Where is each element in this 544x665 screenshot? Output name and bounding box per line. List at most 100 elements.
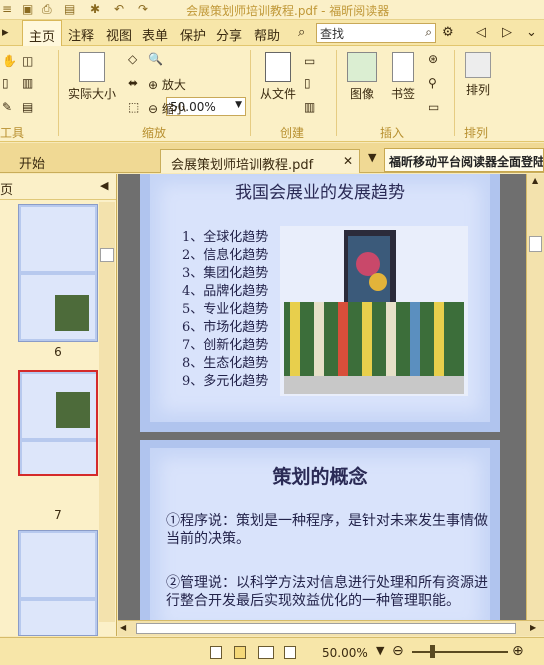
prev-icon[interactable]: ◁ [476, 25, 486, 40]
document-vertical-scrollbar[interactable]: ▲ [526, 174, 544, 620]
menu-form[interactable]: 表单 [142, 25, 168, 44]
definition-program: ①程序说：策划是一种程序，是针对未来发生事情做当前的决策。 [166, 513, 488, 547]
next-icon[interactable]: ▷ [502, 25, 512, 40]
header-footer-icon[interactable]: ▭ [428, 100, 439, 114]
image-button[interactable]: 图像 [344, 52, 380, 102]
from-file-button[interactable]: 从文件 [258, 52, 298, 102]
thumb-slide [21, 601, 95, 635]
menu-protect[interactable]: 保护 [180, 25, 206, 44]
thumbnail-page-6[interactable] [18, 204, 98, 342]
more-icon[interactable]: ⌄ [526, 25, 537, 40]
zoom-icon[interactable]: 🔍 [148, 52, 163, 66]
new-icon[interactable]: ✱ [90, 2, 100, 16]
close-icon[interactable]: ✕ [343, 154, 353, 168]
menu-home[interactable]: 主页 [22, 20, 63, 46]
group-tools: 工具 [0, 126, 25, 140]
sidebar-toggle-icon[interactable]: ▸ [2, 25, 9, 40]
open-icon[interactable]: ▤ [64, 2, 75, 16]
thumb-slide [21, 275, 95, 339]
zoom-in-icon: ⊕ [148, 78, 159, 92]
app-menu-icon[interactable]: ≡ [2, 2, 12, 16]
arrange-icon [465, 52, 491, 78]
facing-pages-icon[interactable] [258, 646, 274, 659]
blank-page-icon[interactable]: ▯ [304, 76, 311, 90]
print-icon[interactable]: ⎙ [42, 2, 52, 17]
zoom-in-button[interactable]: ⊕ 放大 [148, 76, 186, 93]
image-icon [347, 52, 377, 82]
tab-list-icon[interactable]: ▼ [368, 151, 376, 164]
single-page-icon[interactable] [210, 646, 222, 659]
hand-tool-icon[interactable]: ✋ [2, 54, 17, 68]
list-item: 6、市场化趋势 [182, 320, 269, 335]
document-horizontal-scrollbar[interactable]: ◀ ▶ [118, 620, 544, 636]
promo-banner[interactable]: 福昕移动平台阅读器全面登陆 [384, 148, 544, 172]
group-insert: 插入 [380, 126, 405, 140]
image-label: 图像 [349, 87, 374, 101]
attachment-icon[interactable]: ⚲ [428, 76, 437, 90]
status-zoom-dropdown-icon[interactable]: ▼ [376, 644, 384, 657]
thumb-slide [21, 207, 95, 271]
snapshot-icon[interactable]: ◫ [22, 54, 33, 68]
fit-visible-icon[interactable]: ⬚ [128, 100, 139, 114]
menu-annotate[interactable]: 注释 [68, 25, 94, 44]
undo-icon[interactable]: ↶ [114, 2, 124, 16]
clipboard-create-icon[interactable]: ▥ [304, 100, 315, 114]
zoom-out-label: 缩小 [161, 102, 186, 116]
list-item: 5、专业化趋势 [182, 302, 269, 317]
bookmark-button[interactable]: 书签 [388, 52, 418, 102]
page-tool-icon[interactable]: ▤ [22, 100, 33, 114]
collapse-panel-icon[interactable]: ◀ [100, 179, 108, 192]
thumb-slide [22, 374, 96, 438]
zoom-in-label: 放大 [161, 78, 186, 92]
clipboard-icon[interactable]: ▥ [22, 76, 33, 90]
tab-document[interactable]: 会展策划师培训教程.pdf ✕ [160, 149, 360, 173]
document-view[interactable]: 我国会展业的发展趋势 1、全球化趋势 2、信息化趋势 3、集团化趋势 4、品牌化… [118, 174, 526, 620]
continuous-page-icon[interactable] [234, 646, 246, 659]
continuous-facing-icon[interactable] [284, 646, 296, 659]
h-scroll-thumb[interactable] [136, 623, 516, 634]
scroll-left-icon[interactable]: ◀ [120, 623, 126, 632]
dropdown-arrow-icon[interactable]: ▼ [235, 100, 242, 110]
scroll-thumb[interactable] [529, 236, 542, 252]
menu-share[interactable]: 分享 [216, 25, 242, 44]
edit-tool-icon[interactable]: ✎ [2, 100, 12, 114]
select-tool-icon[interactable]: ▯ [2, 76, 9, 90]
redo-icon[interactable]: ↷ [138, 2, 148, 16]
thumbnail-page-7[interactable] [18, 370, 98, 476]
scroll-right-icon[interactable]: ▶ [530, 623, 536, 632]
group-create: 创建 [280, 126, 305, 140]
zoom-slider-thumb[interactable] [430, 645, 435, 658]
window-title: 会展策划师培训教程.pdf - 福昕阅读器 [186, 4, 390, 18]
create-pdf-icon [265, 52, 291, 82]
tab-start[interactable]: 开始 [12, 149, 52, 173]
actual-size-button[interactable]: 实际大小 [66, 52, 118, 102]
zoom-slider[interactable] [412, 651, 508, 653]
search-field[interactable]: ⌕ [316, 23, 436, 43]
panel-scroll-thumb[interactable] [100, 248, 114, 262]
slide-body: 策划的概念 ①程序说：策划是一种程序，是针对未来发生事情做当前的决策。 ②管理说… [150, 448, 490, 620]
scroll-up-icon[interactable]: ▲ [532, 176, 538, 185]
zoom-in-status-icon[interactable]: ⊕ [512, 643, 524, 659]
settings-gear-icon[interactable]: ⚙ [442, 25, 454, 40]
arrange-button[interactable]: 排列 [462, 52, 494, 98]
slide-planning-concept: 策划的概念 ①程序说：策划是一种程序，是针对未来发生事情做当前的决策。 ②管理说… [140, 440, 500, 620]
link-icon[interactable]: ⊛ [428, 52, 438, 66]
page-number-6: 6 [54, 345, 62, 359]
thumbnail-page-8[interactable] [18, 530, 98, 636]
scanner-icon[interactable]: ▭ [304, 54, 315, 68]
bookmark-icon [392, 52, 414, 82]
panel-header: 页 ◀ [0, 174, 116, 200]
zoom-out-button[interactable]: ⊖ 缩小 [148, 100, 186, 117]
fit-page-icon[interactable]: ◇ [128, 52, 137, 66]
menu-view[interactable]: 视图 [106, 25, 132, 44]
ribbon: ✋ ◫ ▯ ▥ ✎ ▤ 工具 实际大小 ◇ 🔍 50.00% ▼ ⬌ ⊕ 放大 … [0, 46, 544, 142]
search-input[interactable] [317, 24, 413, 42]
search-icon[interactable]: ⌕ [425, 25, 432, 40]
fit-width-icon[interactable]: ⬌ [128, 76, 138, 90]
menu-help[interactable]: 帮助 [254, 25, 280, 44]
thumb-slide [21, 533, 95, 597]
panel-scrollbar[interactable] [99, 202, 115, 622]
zoom-out-status-icon[interactable]: ⊖ [392, 643, 404, 659]
save-icon[interactable]: ▣ [22, 2, 33, 16]
search-mode-icon[interactable]: ⌕ [298, 25, 305, 40]
